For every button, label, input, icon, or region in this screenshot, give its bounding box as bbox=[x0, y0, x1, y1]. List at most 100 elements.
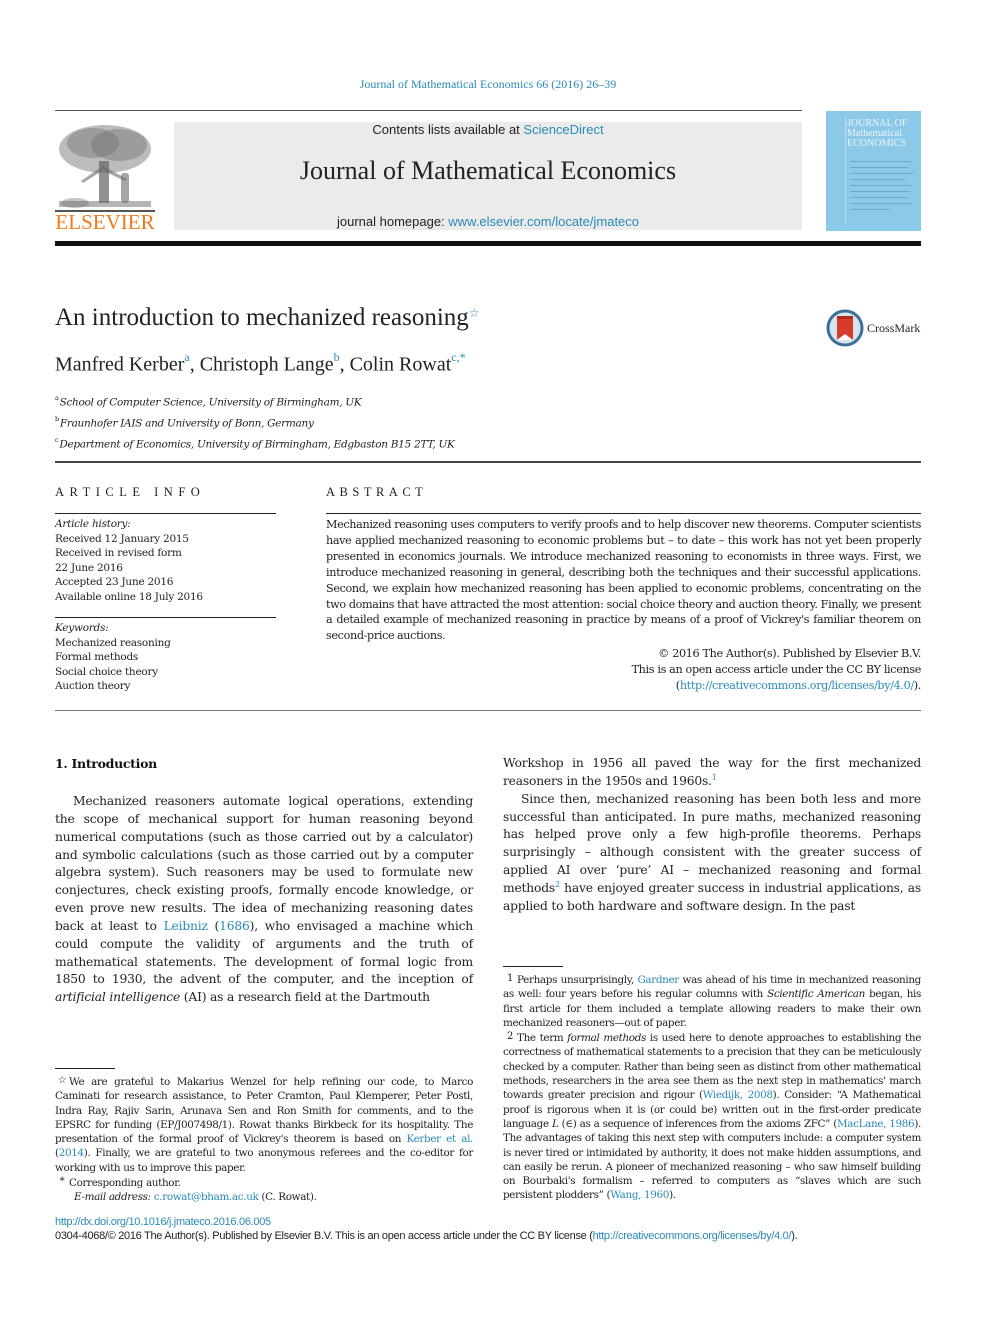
article-history-label: Article history: bbox=[55, 518, 131, 530]
footnote-text: The term bbox=[517, 1032, 568, 1045]
footer-license-link[interactable]: http://creativecommons.org/licenses/by/4… bbox=[593, 1230, 792, 1242]
author-affiliation-sup[interactable]: c,* bbox=[451, 350, 465, 364]
author-name[interactable]: Colin Rowat bbox=[350, 354, 452, 376]
affiliation-item: aSchool of Computer Science, University … bbox=[55, 391, 455, 412]
footnote-1: 1 Perhaps unsurprisingly, Gardner was ahe… bbox=[503, 972, 921, 1030]
affiliation-list: aSchool of Computer Science, University … bbox=[55, 391, 455, 454]
abstract-rule bbox=[326, 513, 921, 514]
title-footnote-star-icon[interactable]: ☆ bbox=[469, 306, 480, 320]
author-list: Manfred Kerbera, Christoph Langeb, Colin… bbox=[55, 350, 466, 377]
citation-link-maclane[interactable]: MacLane, 1986 bbox=[837, 1118, 915, 1130]
footnote-text: (C. Rowat). bbox=[258, 1191, 317, 1204]
cover-title-line: ECONOMICS bbox=[847, 138, 906, 149]
issn-close: ). bbox=[791, 1230, 798, 1242]
footnote-text: ). bbox=[669, 1189, 676, 1202]
homepage-link[interactable]: www.elsevier.com/locate/jmateco bbox=[448, 214, 639, 229]
footnote-2: 2 The term formal methods is used here to… bbox=[503, 1030, 921, 1203]
license-link[interactable]: http://creativecommons.org/licenses/by/4… bbox=[680, 679, 914, 692]
footnote-acknowledgement: ☆ We are grateful to Makarius Wenzel for … bbox=[55, 1074, 473, 1175]
footnote-text: ). The advantages of taking this next st… bbox=[503, 1117, 921, 1202]
author-name[interactable]: Christoph Lange bbox=[200, 354, 334, 376]
section-heading-introduction: 1. Introduction bbox=[55, 756, 157, 771]
citation-link-leibniz[interactable]: Leibniz bbox=[164, 919, 208, 933]
footnote-ref-1[interactable]: 1 bbox=[712, 773, 717, 782]
footnote-rule bbox=[503, 966, 563, 967]
keyword-item: Auction theory bbox=[55, 680, 131, 692]
body-column-left: Mechanized reasoners automate logical op… bbox=[55, 793, 473, 1007]
affiliation-sup: a bbox=[55, 394, 59, 402]
homepage-line: journal homepage: www.elsevier.com/locat… bbox=[174, 214, 802, 229]
history-item: Accepted 23 June 2016 bbox=[55, 576, 174, 588]
body-text: (AI) as a research field at the Dartmout… bbox=[180, 990, 430, 1005]
footnote-text: Corresponding author. bbox=[69, 1177, 181, 1190]
abstract-text: Mechanized reasoning uses computers to v… bbox=[326, 518, 921, 643]
elsevier-tree-icon bbox=[55, 125, 155, 212]
body-paragraph: Workshop in 1956 all paved the way for t… bbox=[503, 755, 921, 791]
header-thick-rule bbox=[55, 241, 921, 246]
author-separator: , bbox=[189, 353, 200, 376]
crossmark-label: CrossMark bbox=[867, 321, 921, 335]
footnote-text: ). Finally, we are grateful to two anony… bbox=[55, 1147, 473, 1174]
footnote-star-icon: ☆ bbox=[57, 1075, 67, 1086]
body-paragraph: Mechanized reasoners automate logical op… bbox=[55, 793, 473, 1007]
citation-link-2014[interactable]: 2014 bbox=[59, 1147, 84, 1159]
body-text: have enjoyed greater success in industri… bbox=[503, 880, 921, 913]
citation-link-1686[interactable]: 1686 bbox=[219, 919, 250, 933]
footnote-italic: formal methods bbox=[567, 1032, 646, 1045]
footnotes-right: 1 Perhaps unsurprisingly, Gardner was ahe… bbox=[503, 972, 921, 1203]
footnote-text: Perhaps unsurprisingly, bbox=[517, 974, 638, 986]
body-column-right: Workshop in 1956 all paved the way for t… bbox=[503, 755, 921, 916]
journal-cover-thumbnail[interactable]: JOURNAL OF Mathematical ECONOMICS bbox=[826, 111, 921, 231]
citation-link-kerber[interactable]: Kerber et al. bbox=[407, 1133, 474, 1145]
history-item: Available online 18 July 2016 bbox=[55, 590, 203, 603]
abstract-license: This is an open access article under the… bbox=[631, 663, 922, 676]
email-link[interactable]: c.rowat@bham.ac.uk bbox=[154, 1191, 259, 1203]
crossmark-button[interactable]: CrossMark bbox=[826, 309, 926, 347]
author-name[interactable]: Manfred Kerber bbox=[55, 354, 184, 376]
author-affiliation-sup[interactable]: b bbox=[334, 350, 340, 364]
sciencedirect-link[interactable]: ScienceDirect bbox=[523, 122, 603, 137]
article-info-heading: ARTICLE INFO bbox=[55, 485, 206, 499]
history-item: 22 June 2016 bbox=[55, 561, 123, 574]
elsevier-logo[interactable]: ELSEVIER bbox=[55, 121, 155, 234]
affiliation-item: cDepartment of Economics, University of … bbox=[55, 433, 455, 454]
elsevier-wordmark: ELSEVIER bbox=[55, 210, 155, 234]
section-divider bbox=[55, 461, 921, 463]
body-text: Mechanized reasoners automate logical op… bbox=[55, 794, 473, 933]
doi-link[interactable]: http://dx.doi.org/10.1016/j.jmateco.2016… bbox=[55, 1216, 271, 1228]
journal-citation[interactable]: Journal of Mathematical Economics 66 (20… bbox=[0, 77, 976, 92]
keyword-item: Social choice theory bbox=[55, 665, 158, 678]
crossmark-icon bbox=[826, 309, 864, 347]
keywords-label: Keywords: bbox=[55, 622, 109, 634]
affiliation-text: School of Computer Science, University o… bbox=[59, 396, 362, 409]
body-text: ( bbox=[207, 918, 220, 933]
article-title: An introduction to mechanized reasoning☆ bbox=[55, 304, 480, 332]
abstract-copyright: © 2016 The Author(s). Published by Elsev… bbox=[658, 647, 921, 660]
email-label: E-mail address: bbox=[74, 1191, 151, 1204]
affiliation-text: Fraunhofer IAIS and University of Bonn, … bbox=[59, 417, 314, 430]
citation-link-wiedijk[interactable]: Wiedijk, 2008 bbox=[703, 1089, 773, 1101]
footnote-number: 2 bbox=[506, 1031, 513, 1043]
paren-close: ). bbox=[913, 679, 922, 692]
citation-link-wang[interactable]: Wang, 1960 bbox=[610, 1189, 669, 1201]
affiliation-sup: b bbox=[55, 415, 59, 423]
history-item: Received in revised form bbox=[55, 547, 182, 559]
homepage-prefix: journal homepage: bbox=[336, 214, 449, 229]
asterisk-icon: * bbox=[59, 1176, 65, 1188]
journal-title: Journal of Mathematical Economics bbox=[299, 156, 677, 185]
affiliation-item: bFraunhofer IAIS and University of Bonn,… bbox=[55, 412, 455, 433]
footnote-number: 1 bbox=[506, 973, 513, 984]
abstract-license-url-line: (http://creativecommons.org/licenses/by/… bbox=[326, 678, 922, 694]
footnote-email: E-mail address: c.rowat@bham.ac.uk (C. R… bbox=[55, 1190, 473, 1204]
citation-link-gardner[interactable]: Gardner bbox=[637, 974, 679, 986]
footnote-corresponding: * Corresponding author. bbox=[55, 1175, 473, 1190]
history-item: Received 12 January 2015 bbox=[55, 532, 189, 545]
abstract-end-rule bbox=[55, 710, 921, 711]
keyword-item: Formal methods bbox=[55, 651, 139, 663]
journal-banner: Contents lists available at ScienceDirec… bbox=[174, 122, 802, 230]
affiliation-sup: c bbox=[55, 436, 59, 444]
keywords: Keywords: Mechanized reasoning Formal me… bbox=[55, 621, 171, 694]
author-affiliation-sup[interactable]: a bbox=[184, 350, 189, 364]
footnote-text: (∈) as a sequence of inferences from the… bbox=[558, 1117, 838, 1130]
body-italic: artificial intelligence bbox=[55, 990, 181, 1005]
